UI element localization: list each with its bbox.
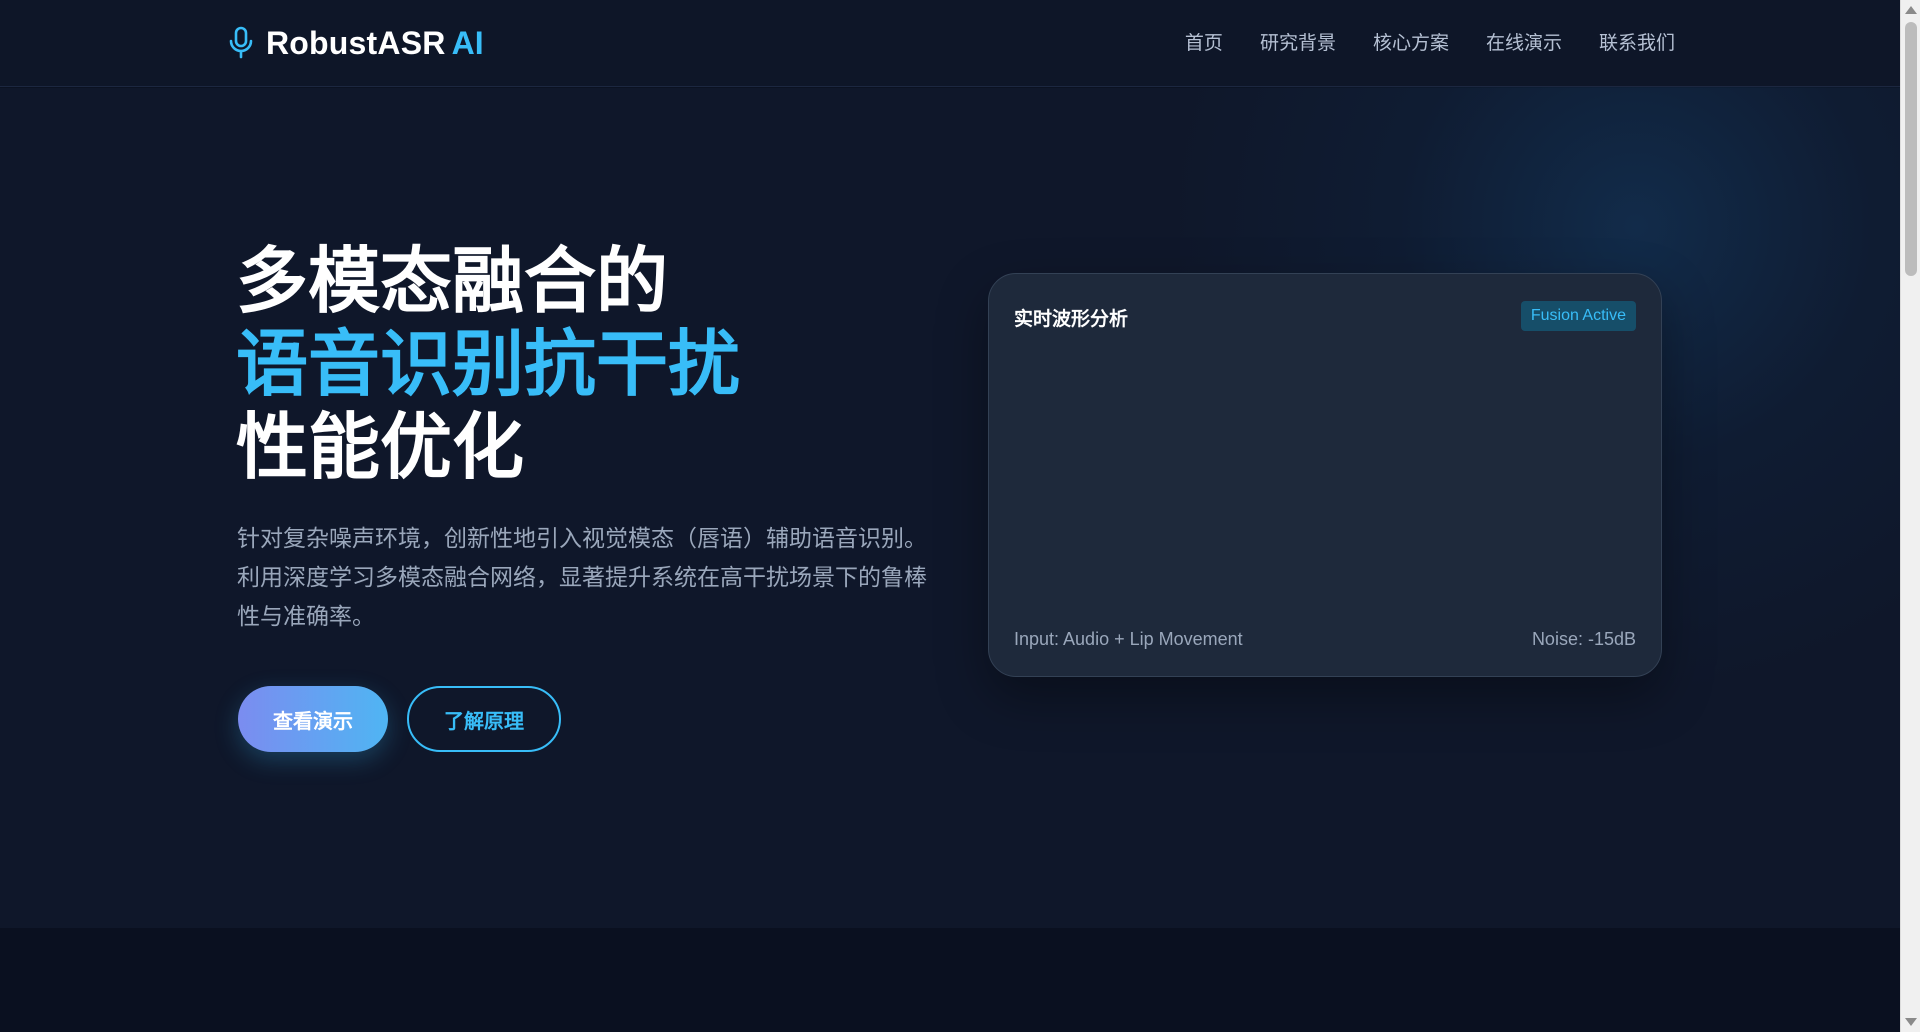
top-navbar: RobustASR AI 首页 研究背景 核心方案 在线演示 联系我们	[0, 0, 1900, 87]
nav-home[interactable]: 首页	[1185, 28, 1223, 55]
headline-line-2: 语音识别抗干扰	[236, 322, 741, 406]
brand-logo[interactable]: RobustASR AI	[228, 22, 484, 64]
nav-online-demo[interactable]: 在线演示	[1486, 28, 1562, 55]
hero-description: 针对复杂噪声环境，创新性地引入视觉模态（唇语）辅助语音识别。利用深度学习多模态融…	[237, 526, 927, 630]
card-title: 实时波形分析	[1014, 308, 1129, 330]
nav-core-solution[interactable]: 核心方案	[1373, 28, 1449, 55]
nav-links: 首页 研究背景 核心方案 在线演示 联系我们	[1185, 28, 1675, 55]
hero-headline: 多模态融合的 语音识别抗干扰 性能优化	[236, 240, 740, 489]
brand-name: RobustASR	[266, 24, 446, 61]
input-label: Input: Audio + Lip Movement	[1014, 629, 1243, 649]
waveform-canvas	[1014, 354, 1638, 614]
scroll-up-arrow-icon[interactable]	[1905, 6, 1917, 14]
learn-principle-button[interactable]: 了解原理	[407, 686, 561, 752]
next-section-band	[0, 928, 1900, 1032]
headline-line-3: 性能优化	[236, 405, 525, 489]
headline-line-1: 多模态融合的	[236, 239, 669, 323]
nav-research-background[interactable]: 研究背景	[1260, 28, 1336, 55]
status-badge: Fusion Active	[1520, 301, 1636, 331]
microphone-icon	[228, 26, 254, 60]
scroll-down-arrow-icon[interactable]	[1905, 1018, 1917, 1026]
brand-accent: AI	[451, 24, 484, 61]
noise-label: Noise: -15dB	[1531, 629, 1636, 649]
vertical-scrollbar[interactable]	[1900, 0, 1920, 1032]
page: RobustASR AI 首页 研究背景 核心方案 在线演示 联系我们 多模态融合…	[0, 0, 1920, 1032]
waveform-card: 实时波形分析 Fusion Active Input: Audio + Lip …	[988, 273, 1662, 677]
nav-contact-us[interactable]: 联系我们	[1599, 28, 1675, 55]
view-demo-button[interactable]: 查看演示	[238, 686, 388, 752]
scrollbar-thumb[interactable]	[1905, 22, 1917, 276]
